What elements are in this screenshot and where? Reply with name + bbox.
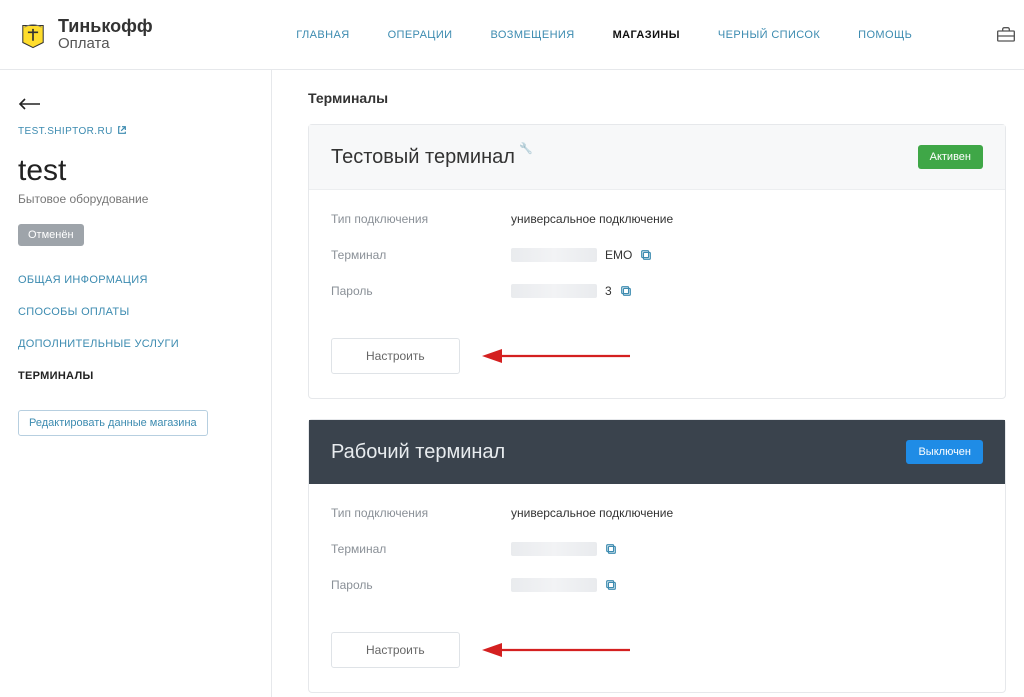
page-title: Терминалы xyxy=(308,90,1006,106)
store-name: test xyxy=(18,154,253,188)
logo-text: Тинькофф Оплата xyxy=(58,17,153,52)
briefcase-icon[interactable] xyxy=(996,26,1016,44)
terminal-card-production: Рабочий терминал Выключен Тип подключени… xyxy=(308,419,1006,693)
store-category: Бытовое оборудование xyxy=(18,192,253,206)
value-terminal: EMO xyxy=(511,248,652,262)
card-title: Рабочий терминал xyxy=(331,441,505,464)
external-link-icon xyxy=(117,125,127,138)
sidebar-item-terminals[interactable]: ТЕРМИНАЛЫ xyxy=(18,370,253,382)
masked-value xyxy=(511,578,597,592)
store-url-link[interactable]: TEST.SHIPTOR.RU xyxy=(18,125,253,138)
edit-store-button[interactable]: Редактировать данные магазина xyxy=(18,410,208,436)
main-content: Терминалы Тестовый терминал 🔧 Активен Ти… xyxy=(272,70,1024,697)
header: Тинькофф Оплата ГЛАВНАЯ ОПЕРАЦИИ ВОЗМЕЩЕ… xyxy=(0,0,1024,70)
nav-item-blacklist[interactable]: ЧЕРНЫЙ СПИСОК xyxy=(718,29,820,41)
back-arrow-icon[interactable] xyxy=(18,94,42,115)
nav-item-home[interactable]: ГЛАВНАЯ xyxy=(296,29,349,41)
masked-value xyxy=(511,284,597,298)
label-terminal: Терминал xyxy=(331,542,511,556)
label-password: Пароль xyxy=(331,284,511,298)
card-title: Тестовый терминал xyxy=(331,146,515,169)
logo[interactable]: Тинькофф Оплата xyxy=(16,17,153,52)
sidebar-item-general[interactable]: ОБЩАЯ ИНФОРМАЦИЯ xyxy=(18,274,253,286)
value-connection-type: универсальное подключение xyxy=(511,212,673,226)
value-password: 3 xyxy=(511,284,632,298)
value-password xyxy=(511,578,617,592)
configure-button[interactable]: Настроить xyxy=(331,632,460,668)
row-password: Пароль 3 xyxy=(331,284,983,298)
top-nav: ГЛАВНАЯ ОПЕРАЦИИ ВОЗМЕЩЕНИЯ МАГАЗИНЫ ЧЕР… xyxy=(213,29,996,41)
annotation-arrow-icon xyxy=(480,347,630,365)
card-header: Рабочий терминал Выключен xyxy=(309,420,1005,484)
sidebar-menu: ОБЩАЯ ИНФОРМАЦИЯ СПОСОБЫ ОПЛАТЫ ДОПОЛНИТ… xyxy=(18,274,253,382)
status-badge-disabled: Выключен xyxy=(906,440,983,464)
sidebar-item-services[interactable]: ДОПОЛНИТЕЛЬНЫЕ УСЛУГИ xyxy=(18,338,253,350)
password-suffix: 3 xyxy=(605,284,612,298)
terminal-card-test: Тестовый терминал 🔧 Активен Тип подключе… xyxy=(308,124,1006,399)
terminal-suffix: EMO xyxy=(605,248,632,262)
logo-icon xyxy=(16,17,50,51)
row-password: Пароль xyxy=(331,578,983,592)
annotation-arrow-icon xyxy=(480,641,630,659)
copy-icon[interactable] xyxy=(640,249,652,261)
copy-icon[interactable] xyxy=(605,543,617,555)
nav-item-refunds[interactable]: ВОЗМЕЩЕНИЯ xyxy=(490,29,574,41)
nav-item-stores[interactable]: МАГАЗИНЫ xyxy=(613,29,680,41)
configure-button[interactable]: Настроить xyxy=(331,338,460,374)
masked-value xyxy=(511,248,597,262)
value-connection-type: универсальное подключение xyxy=(511,506,673,520)
status-badge: Отменён xyxy=(18,224,84,246)
label-terminal: Терминал xyxy=(331,248,511,262)
nav-item-help[interactable]: ПОМОЩЬ xyxy=(858,29,912,41)
label-connection-type: Тип подключения xyxy=(331,212,511,226)
value-terminal xyxy=(511,542,617,556)
status-badge-active: Активен xyxy=(918,145,983,169)
card-header: Тестовый терминал 🔧 Активен xyxy=(309,125,1005,190)
label-connection-type: Тип подключения xyxy=(331,506,511,520)
sidebar-item-payments[interactable]: СПОСОБЫ ОПЛАТЫ xyxy=(18,306,253,318)
nav-item-operations[interactable]: ОПЕРАЦИИ xyxy=(388,29,453,41)
row-connection-type: Тип подключения универсальное подключени… xyxy=(331,506,983,520)
row-terminal-id: Терминал xyxy=(331,542,983,556)
wrench-icon: 🔧 xyxy=(519,142,533,155)
masked-value xyxy=(511,542,597,556)
copy-icon[interactable] xyxy=(620,285,632,297)
copy-icon[interactable] xyxy=(605,579,617,591)
row-connection-type: Тип подключения универсальное подключени… xyxy=(331,212,983,226)
row-terminal-id: Терминал EMO xyxy=(331,248,983,262)
sidebar: TEST.SHIPTOR.RU test Бытовое оборудовани… xyxy=(0,70,272,697)
label-password: Пароль xyxy=(331,578,511,592)
